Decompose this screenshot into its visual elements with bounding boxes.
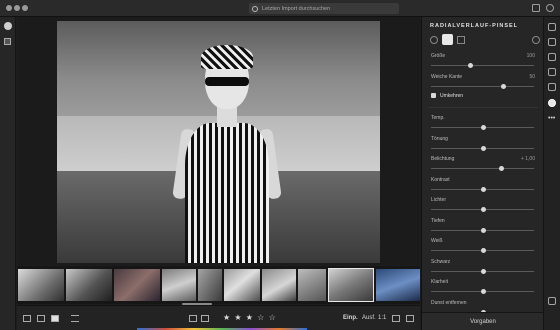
grid-view-icon[interactable] [23, 315, 31, 322]
panel-toggle-icon[interactable] [406, 315, 414, 322]
exposure-value[interactable]: + 1,00 [521, 156, 535, 162]
exposure-label: Belichtung [431, 156, 455, 162]
search-input[interactable]: Letzten Import durchsuchen [249, 3, 399, 14]
blacks-label: Schwarz [431, 258, 451, 265]
whites-slider-knob[interactable] [480, 248, 486, 253]
tag-icon[interactable] [548, 297, 556, 305]
shadows-slider[interactable] [431, 227, 534, 233]
sort-icon[interactable] [71, 315, 79, 322]
square-grid-view-icon[interactable] [37, 315, 45, 322]
photo-subject [172, 45, 282, 263]
highlights-slider-knob[interactable] [480, 207, 486, 212]
feather-label: Weiche Kante [431, 74, 463, 80]
panel-title: RADIALVERLAUF-PINSEL [430, 23, 519, 29]
feather-value[interactable]: 50 [529, 74, 535, 80]
tint-label: Tönung [431, 135, 448, 142]
size-slider[interactable] [431, 63, 534, 68]
search-icon [252, 5, 258, 12]
highlights-slider[interactable] [431, 207, 534, 212]
contrast-label: Kontrast [431, 176, 450, 183]
right-tool-rail: ••• [543, 17, 560, 330]
flag-reject-icon[interactable] [201, 315, 209, 322]
detail-view-icon[interactable] [51, 315, 59, 322]
tint-slider[interactable] [431, 145, 534, 151]
filmstrip-thumbnail[interactable] [198, 269, 222, 301]
title-bar: Letzten Import durchsuchen [0, 0, 560, 17]
filmstrip-thumbnail[interactable] [162, 269, 196, 301]
share-icon[interactable] [532, 4, 540, 12]
radial-gradient-panel: RADIALVERLAUF-PINSEL Größe 100 Weiche Kant… [421, 17, 544, 330]
filmstrip-thumbnail[interactable] [298, 269, 326, 301]
shadows-label: Tiefen [431, 217, 445, 224]
compare-view-icon[interactable] [392, 315, 400, 322]
filmstrip-thumbnail-selected[interactable] [328, 268, 374, 302]
filmstrip-thumbnail[interactable] [224, 269, 260, 301]
brush-icon[interactable] [548, 68, 556, 76]
exposure-slider-knob[interactable] [499, 166, 505, 171]
clarity-slider-knob[interactable] [480, 289, 486, 294]
minimize-window-button[interactable] [14, 5, 20, 11]
add-photos-icon[interactable] [4, 22, 12, 30]
filmstrip [17, 266, 420, 305]
brush-add-icon[interactable] [442, 34, 453, 45]
clarity-slider[interactable] [431, 289, 534, 294]
close-window-button[interactable] [6, 5, 12, 11]
radial-gradient-icon[interactable] [548, 99, 556, 107]
add-mask-icon[interactable] [430, 36, 438, 44]
filmstrip-thumbnail[interactable] [376, 269, 420, 301]
fit-zoom-button[interactable]: Einp. [343, 315, 358, 321]
one-to-one-zoom-button[interactable]: 1:1 [378, 315, 386, 321]
filmstrip-thumbnail[interactable] [114, 269, 160, 301]
zoom-window-button[interactable] [22, 5, 28, 11]
filmstrip-thumbnail[interactable] [18, 269, 64, 301]
edit-icon[interactable] [548, 23, 556, 31]
edited-photo[interactable] [57, 21, 380, 263]
flag-pick-icon[interactable] [189, 315, 197, 322]
feather-slider[interactable] [431, 84, 534, 89]
presets-button[interactable]: Vorgaben [422, 312, 544, 330]
size-label: Größe [431, 53, 446, 59]
fill-zoom-button[interactable]: Ausf. [362, 315, 376, 321]
temperature-slider[interactable] [431, 125, 534, 130]
healing-icon[interactable] [548, 53, 556, 61]
contrast-slider[interactable] [431, 186, 534, 192]
clarity-label: Klarheit [431, 279, 448, 285]
whites-slider[interactable] [431, 248, 534, 253]
filmstrip-thumbnail[interactable] [66, 269, 112, 301]
star-rating[interactable]: ★ ★ ★ ☆ ☆ [223, 313, 277, 322]
app-window: Letzten Import durchsuchen ★ ★ ★ ☆ ☆ Ein… [0, 0, 560, 330]
size-slider-knob[interactable] [468, 63, 474, 68]
blacks-slider[interactable] [431, 268, 534, 274]
temperature-label: Temp. [431, 115, 445, 121]
dehaze-label: Dunst entfernen [431, 299, 467, 306]
cloud-sync-icon[interactable] [546, 4, 554, 12]
library-icon[interactable] [4, 38, 11, 45]
exposure-slider[interactable] [431, 166, 534, 171]
whites-label: Weiß [431, 238, 443, 244]
temperature-slider-knob[interactable] [480, 125, 486, 130]
eraser-icon[interactable] [457, 36, 465, 44]
blacks-slider-knob[interactable] [480, 268, 486, 274]
feather-slider-knob[interactable] [501, 84, 507, 89]
crop-icon[interactable] [548, 38, 556, 46]
photo-canvas[interactable] [17, 17, 420, 265]
invert-label: Umkehren [440, 93, 464, 99]
search-placeholder: Letzten Import durchsuchen [262, 5, 331, 12]
panel-divider [428, 107, 538, 108]
tint-slider-knob[interactable] [480, 145, 486, 151]
linear-gradient-icon[interactable] [548, 83, 556, 91]
subject-headscarf [201, 45, 253, 69]
subject-dress [185, 123, 269, 263]
subject-sunglasses [205, 77, 249, 86]
filmstrip-thumbnail[interactable] [262, 269, 296, 301]
highlights-label: Lichter [431, 197, 447, 203]
contrast-slider-knob[interactable] [480, 186, 486, 192]
invert-checkbox[interactable] [431, 93, 436, 98]
left-rail [0, 17, 16, 330]
size-value[interactable]: 100 [527, 53, 535, 59]
panel-options-icon[interactable] [532, 36, 540, 44]
more-icon[interactable]: ••• [548, 115, 556, 123]
bottom-toolbar: ★ ★ ★ ☆ ☆ Einp. Ausf. 1:1 [17, 305, 420, 330]
shadows-slider-knob[interactable] [480, 227, 486, 233]
